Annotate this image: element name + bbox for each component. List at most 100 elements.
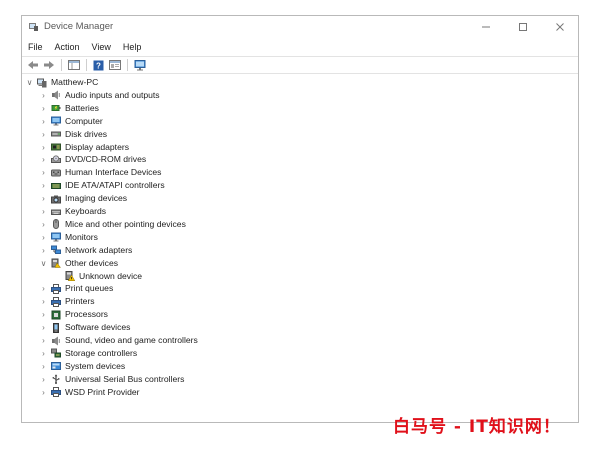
window-title: Device Manager [44,21,114,32]
mouse-icon [51,219,61,230]
toolbar-separator [61,59,62,71]
collapsed-chevron-icon[interactable]: › [39,362,48,371]
hid-icon [51,168,61,178]
speaker-icon [51,336,61,346]
tree-item-audio-inputs-and-outputs[interactable]: › Audio inputs and outputs [39,89,160,102]
collapsed-chevron-icon[interactable]: › [39,246,48,255]
title-bar[interactable]: Device Manager [22,16,578,38]
tree-item-processors[interactable]: › Processors [39,308,108,321]
collapsed-chevron-icon[interactable]: › [39,168,48,177]
collapsed-chevron-icon[interactable]: › [39,297,48,306]
help-button[interactable]: ? [91,58,106,72]
collapsed-chevron-icon[interactable]: › [39,181,48,190]
tree-item-label: Printers [65,296,95,307]
collapsed-chevron-icon[interactable]: › [39,104,48,113]
collapsed-chevron-icon[interactable]: › [39,155,48,164]
tree-item-label: Software devices [65,322,131,333]
tree-child-unknown-device[interactable]: Unknown device [53,270,142,283]
tree-item-software-devices[interactable]: › Software devices [39,321,130,334]
usb-icon [51,374,61,385]
collapsed-chevron-icon[interactable]: › [39,207,48,216]
tree-item-computer[interactable]: › Computer [39,115,103,128]
ide-controller-icon [51,181,61,191]
tree-item-mice-and-other-pointing-devices[interactable]: › Mice and other pointing devices [39,218,186,231]
tree-item-label: Monitors [65,231,98,242]
expand-chevron-icon[interactable]: ∨ [39,259,48,268]
minimize-button[interactable] [467,16,504,38]
tree-item-human-interface-devices[interactable]: › Human Interface Devices [39,166,161,179]
tree-root[interactable]: ∨ Matthew-PC [25,76,98,89]
collapsed-chevron-icon[interactable]: › [39,284,48,293]
tree-item-dvd-cd-rom-drives[interactable]: › DVD/CD-ROM drives [39,153,146,166]
scan-hardware-button[interactable] [132,58,147,72]
show-hide-console-tree-button[interactable] [66,58,81,72]
tree-item-universal-serial-bus-controllers[interactable]: › Universal Serial Bus controllers [39,373,184,386]
tree-item-other-devices[interactable]: ∨ Other devices [39,257,118,270]
menu-file[interactable]: File [22,39,49,55]
tree-item-print-queues[interactable]: › Print queues [39,282,113,295]
tree-item-label: Computer [65,115,103,126]
printer-icon [51,283,61,294]
collapsed-chevron-icon[interactable]: › [39,194,48,203]
expand-chevron-icon[interactable]: ∨ [25,78,34,87]
tree-item-storage-controllers[interactable]: › Storage controllers [39,347,137,360]
tree-item-label: Print queues [65,283,114,294]
properties-view-button[interactable] [107,58,122,72]
menu-help[interactable]: Help [117,39,148,55]
tree-item-batteries[interactable]: › Batteries [39,102,99,115]
tree-item-display-adapters[interactable]: › Display adapters [39,141,129,154]
device-manager-window: Device Manager File Action View Help ? ∨… [21,15,579,437]
tree-item-monitors[interactable]: › Monitors [39,231,98,244]
close-button[interactable] [541,16,578,38]
system-device-icon [51,361,61,371]
collapsed-chevron-icon[interactable]: › [39,143,48,152]
dvd-drive-icon [51,155,61,165]
tree-item-ide-ata-atapi-controllers[interactable]: › IDE ATA/ATAPI controllers [39,179,165,192]
collapsed-chevron-icon[interactable]: › [39,349,48,358]
collapsed-chevron-icon[interactable]: › [39,117,48,126]
window-controls [467,16,578,38]
back-button[interactable] [25,58,40,72]
menu-view[interactable]: View [86,39,117,55]
tree-item-keyboards[interactable]: › Keyboards [39,205,106,218]
collapsed-chevron-icon[interactable]: › [39,233,48,242]
tree-item-printers[interactable]: › Printers [39,295,95,308]
collapsed-chevron-icon[interactable]: › [39,91,48,100]
forward-button[interactable] [41,58,56,72]
collapsed-chevron-icon[interactable]: › [39,336,48,345]
collapsed-chevron-icon[interactable]: › [39,220,48,229]
tree-item-label: Network adapters [65,244,133,255]
tree-item-imaging-devices[interactable]: › Imaging devices [39,192,127,205]
collapsed-chevron-icon[interactable]: › [39,388,48,397]
computer-icon [37,78,47,88]
keyboard-icon [51,207,61,217]
tree-item-label: System devices [65,360,126,371]
printer-icon [51,387,61,398]
tree-item-sound-video-and-game-controllers[interactable]: › Sound, video and game controllers [39,334,198,347]
tree-item-system-devices[interactable]: › System devices [39,360,125,373]
tree-item-label: IDE ATA/ATAPI controllers [65,180,165,191]
monitor-icon [51,232,61,242]
other-devices-icon [51,258,62,268]
collapsed-chevron-icon[interactable]: › [39,130,48,139]
collapsed-chevron-icon[interactable]: › [39,375,48,384]
maximize-button[interactable] [504,16,541,38]
tree-item-label: Storage controllers [65,347,138,358]
collapsed-chevron-icon[interactable]: › [39,323,48,332]
tree-item-label: Batteries [65,102,99,113]
tree-item-label: Display adapters [65,141,130,152]
tree-item-label: Mice and other pointing devices [65,218,186,229]
tree-root-label: Matthew-PC [51,77,99,87]
tree-item-label: Keyboards [65,206,107,216]
menu-action[interactable]: Action [49,39,86,55]
tree-item-network-adapters[interactable]: › Network adapters [39,244,132,257]
tree-item-disk-drives[interactable]: › Disk drives [39,128,107,141]
software-device-icon [51,322,61,333]
battery-icon [51,103,61,113]
processor-icon [51,310,61,320]
tree-item-label: Sound, video and game controllers [65,335,198,345]
collapsed-chevron-icon[interactable]: › [39,310,48,319]
tree-item-wsd-print-provider[interactable]: › WSD Print Provider [39,386,140,399]
tree-item-label: Disk drives [65,128,108,139]
